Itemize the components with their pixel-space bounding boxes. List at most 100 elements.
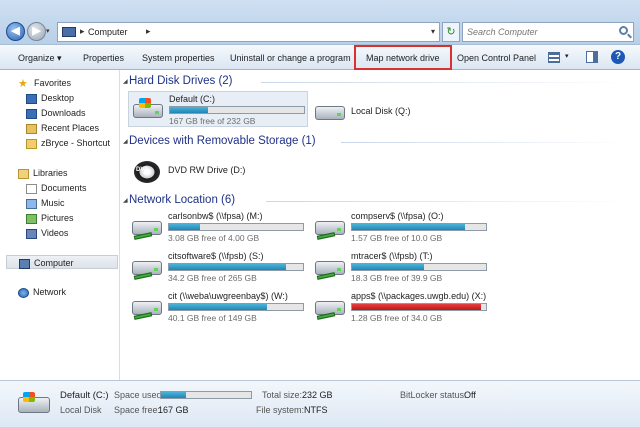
details-pane: Default (C:) Local Disk Space used: Spac…: [0, 380, 640, 427]
refresh-button[interactable]: ↻: [442, 22, 460, 42]
drive-free-space: 34.2 GB free of 265 GB: [168, 273, 257, 283]
usage-fill: [169, 304, 267, 310]
collapse-icon[interactable]: ◢: [123, 197, 128, 204]
view-options-dropdown-icon[interactable]: ▾: [565, 52, 569, 60]
breadcrumb-separator[interactable]: ▸: [146, 26, 151, 37]
forward-arrow-icon: ▶: [32, 25, 41, 37]
search-box[interactable]: [462, 22, 634, 42]
nav-label: zBryce - Shortcut: [41, 138, 111, 148]
nav-computer[interactable]: Computer: [6, 255, 118, 269]
nav-label: Pictures: [41, 213, 74, 223]
breadcrumb-separator[interactable]: ▸: [80, 26, 85, 37]
navigation-pane: ★ Favorites Desktop Downloads Recent Plac…: [0, 70, 120, 380]
hard-drive-icon: [133, 98, 163, 120]
group-hard-disk-drives[interactable]: Hard Disk Drives (2): [129, 75, 233, 87]
change-view-icon[interactable]: [548, 52, 560, 63]
drive-name: carlsonbw$ (\\fpsa) (M:): [168, 211, 263, 221]
address-dropdown-icon[interactable]: ▾: [431, 27, 435, 36]
group-divider: [261, 82, 631, 83]
back-arrow-icon: ◀: [11, 25, 20, 37]
details-name: Default (C:): [60, 390, 109, 401]
drive-t[interactable]: mtracer$ (\\fpsb) (T:) 18.3 GB free of 3…: [311, 249, 491, 285]
nav-network[interactable]: Network: [18, 285, 66, 299]
nav-videos[interactable]: Videos: [26, 226, 68, 240]
windows-logo-icon: [23, 392, 35, 402]
properties-button[interactable]: Properties: [83, 50, 124, 66]
drive-m[interactable]: carlsonbw$ (\\fpsa) (M:) 3.08 GB free of…: [128, 209, 308, 245]
collapse-icon[interactable]: ◢: [123, 78, 128, 85]
details-type: Local Disk: [60, 405, 102, 415]
recent-pages-dropdown[interactable]: ▾: [46, 27, 50, 35]
group-divider: [266, 201, 631, 202]
drive-usage-bar: [351, 223, 487, 231]
organize-menu[interactable]: Organize ▾: [18, 50, 62, 66]
nav-label: Videos: [41, 228, 69, 238]
usage-fill: [169, 264, 286, 270]
drive-name: DVD RW Drive (D:): [168, 165, 246, 175]
uninstall-program-button[interactable]: Uninstall or change a program: [230, 50, 351, 66]
network-drive-icon: [315, 257, 345, 280]
network-drive-icon: [132, 297, 162, 320]
map-network-drive-button[interactable]: Map network drive: [354, 45, 452, 70]
nav-favorites[interactable]: ★ Favorites: [18, 76, 71, 90]
address-box[interactable]: ▸ Computer ▸ ▾: [57, 22, 440, 42]
recent-places-icon: [26, 123, 37, 134]
drive-c[interactable]: Default (C:) 167 GB free of 232 GB: [128, 91, 308, 127]
nav-pictures[interactable]: Pictures: [26, 211, 74, 225]
group-removable-storage[interactable]: Devices with Removable Storage (1): [129, 135, 316, 147]
drive-usage-bar: [351, 263, 487, 271]
nav-label: Desktop: [41, 93, 75, 103]
help-icon[interactable]: ?: [611, 50, 625, 64]
drive-q[interactable]: Local Disk (Q:): [311, 94, 491, 130]
drive-d[interactable]: DVD DVD RW Drive (D:): [128, 153, 308, 189]
drive-x[interactable]: apps$ (\\packages.uwgb.edu) (X:) 1.28 GB…: [311, 289, 491, 325]
preview-pane-icon[interactable]: [586, 51, 598, 63]
usage-fill: [169, 224, 200, 230]
nav-downloads[interactable]: Downloads: [26, 106, 86, 120]
nav-libraries[interactable]: Libraries: [18, 166, 68, 180]
nav-documents[interactable]: Documents: [26, 181, 87, 195]
space-free-value: 167 GB: [158, 405, 189, 415]
address-bar: ◀ ▶ ▾ ▸ Computer ▸ ▾ ↻: [0, 0, 640, 44]
drive-free-space: 40.1 GB free of 149 GB: [168, 313, 257, 323]
drive-name: Default (C:): [169, 94, 216, 104]
usage-fill: [161, 392, 187, 398]
computer-icon: [19, 258, 30, 269]
nav-shortcut[interactable]: zBryce - Shortcut: [26, 136, 110, 150]
drive-name: Local Disk (Q:): [351, 106, 411, 116]
drive-s[interactable]: citsoftware$ (\\fpsb) (S:) 34.2 GB free …: [128, 249, 308, 285]
drive-usage-bar: [168, 223, 304, 231]
search-icon[interactable]: [619, 26, 628, 35]
drive-name: apps$ (\\packages.uwgb.edu) (X:): [351, 291, 487, 301]
drive-o[interactable]: compserv$ (\\fpsa) (O:) 1.57 GB free of …: [311, 209, 491, 245]
back-button[interactable]: ◀: [6, 22, 25, 41]
nav-desktop[interactable]: Desktop: [26, 91, 74, 105]
nav-recent-places[interactable]: Recent Places: [26, 121, 99, 135]
drive-free-space: 1.28 GB free of 34.0 GB: [351, 313, 443, 323]
usage-fill: [170, 107, 208, 113]
nav-music[interactable]: Music: [26, 196, 65, 210]
system-properties-button[interactable]: System properties: [142, 50, 215, 66]
usage-fill: [352, 264, 425, 270]
bitlocker-label: BitLocker status:: [400, 390, 467, 400]
nav-label: Music: [41, 198, 65, 208]
bitlocker-value: Off: [464, 390, 476, 400]
forward-button[interactable]: ▶: [27, 22, 46, 41]
network-drive-icon: [315, 297, 345, 320]
open-control-panel-button[interactable]: Open Control Panel: [457, 50, 536, 66]
computer-icon: [62, 27, 76, 37]
breadcrumb-computer[interactable]: Computer: [88, 27, 128, 37]
drive-w[interactable]: cit (\\weba\uwgreenbay$) (W:) 40.1 GB fr…: [128, 289, 308, 325]
collapse-icon[interactable]: ◢: [123, 138, 128, 145]
hard-drive-icon: [315, 102, 345, 122]
space-free-label: Space free:: [114, 405, 161, 415]
usage-fill: [352, 224, 465, 230]
drive-name: citsoftware$ (\\fpsb) (S:): [168, 251, 264, 261]
network-drive-icon: [315, 217, 345, 240]
music-icon: [26, 198, 37, 209]
nav-label: Network: [33, 287, 67, 297]
drive-usage-bar: [169, 106, 305, 114]
search-input[interactable]: [467, 25, 612, 39]
group-network-location[interactable]: Network Location (6): [129, 194, 235, 206]
usage-fill: [352, 304, 481, 310]
